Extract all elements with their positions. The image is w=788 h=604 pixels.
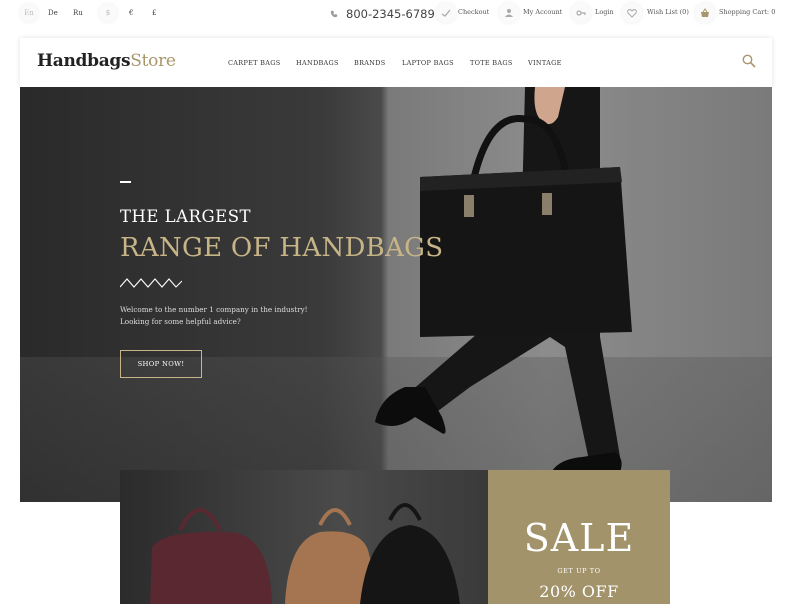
phone-icon: [330, 10, 338, 18]
handbags-promo-image[interactable]: [120, 470, 488, 604]
phone-number[interactable]: 800-2345-6789: [330, 7, 435, 21]
checkout-link[interactable]: Checkout: [458, 8, 489, 16]
hero-banner: THE LARGEST RANGE OF HANDBAGS Welcome to…: [20, 87, 772, 502]
sale-title: SALE: [523, 516, 635, 560]
language-de[interactable]: De: [48, 9, 58, 17]
hero-description: Welcome to the number 1 company in the i…: [120, 305, 308, 326]
checkout-icon[interactable]: [436, 3, 456, 23]
key-icon[interactable]: [571, 3, 591, 23]
nav-vintage[interactable]: VINTAGE: [528, 59, 562, 67]
my-account-link[interactable]: My Account: [523, 8, 562, 16]
nav-handbags[interactable]: HANDBAGS: [296, 59, 339, 67]
search-icon[interactable]: [742, 54, 756, 68]
main-header: HandbagsStore CARPET BAGS HANDBAGS BRAND…: [20, 38, 772, 87]
sale-discount: 20% OFF: [539, 582, 619, 601]
basket-icon[interactable]: [695, 3, 715, 23]
shopping-cart-link[interactable]: Shopping Cart: 0: [719, 8, 775, 16]
sale-banner[interactable]: SALE GET UP TO 20% OFF: [488, 470, 670, 604]
language-en[interactable]: En: [20, 4, 38, 22]
currency-eur[interactable]: €: [129, 9, 133, 17]
language-ru[interactable]: Ru: [73, 9, 83, 17]
nav-brands[interactable]: BRANDS: [354, 59, 386, 67]
nav-laptop-bags[interactable]: LAPTOP BAGS: [402, 59, 454, 67]
hero-title-line2: RANGE OF HANDBAGS: [120, 233, 444, 263]
sale-subtitle: GET UP TO: [557, 567, 601, 575]
top-bar: En De Ru $ € £ 800-2345-6789 Checkout My…: [0, 0, 788, 30]
shop-now-button[interactable]: SHOP NOW!: [120, 350, 202, 378]
nav-tote-bags[interactable]: TOTE BAGS: [470, 59, 513, 67]
heart-icon[interactable]: [622, 3, 642, 23]
account-icon[interactable]: [499, 3, 519, 23]
hero-title-line1: THE LARGEST: [120, 207, 252, 226]
wishlist-link[interactable]: Wish List (0): [647, 8, 689, 16]
model-with-handbag-image: [375, 87, 632, 476]
currency-usd[interactable]: $: [99, 4, 117, 22]
three-handbags-image: [150, 503, 460, 604]
zigzag-divider: [120, 278, 182, 288]
hero-dash: [120, 181, 131, 183]
currency-gbp[interactable]: £: [152, 9, 156, 17]
login-link[interactable]: Login: [595, 8, 614, 16]
site-logo[interactable]: HandbagsStore: [37, 51, 176, 71]
nav-carpet-bags[interactable]: CARPET BAGS: [228, 59, 281, 67]
